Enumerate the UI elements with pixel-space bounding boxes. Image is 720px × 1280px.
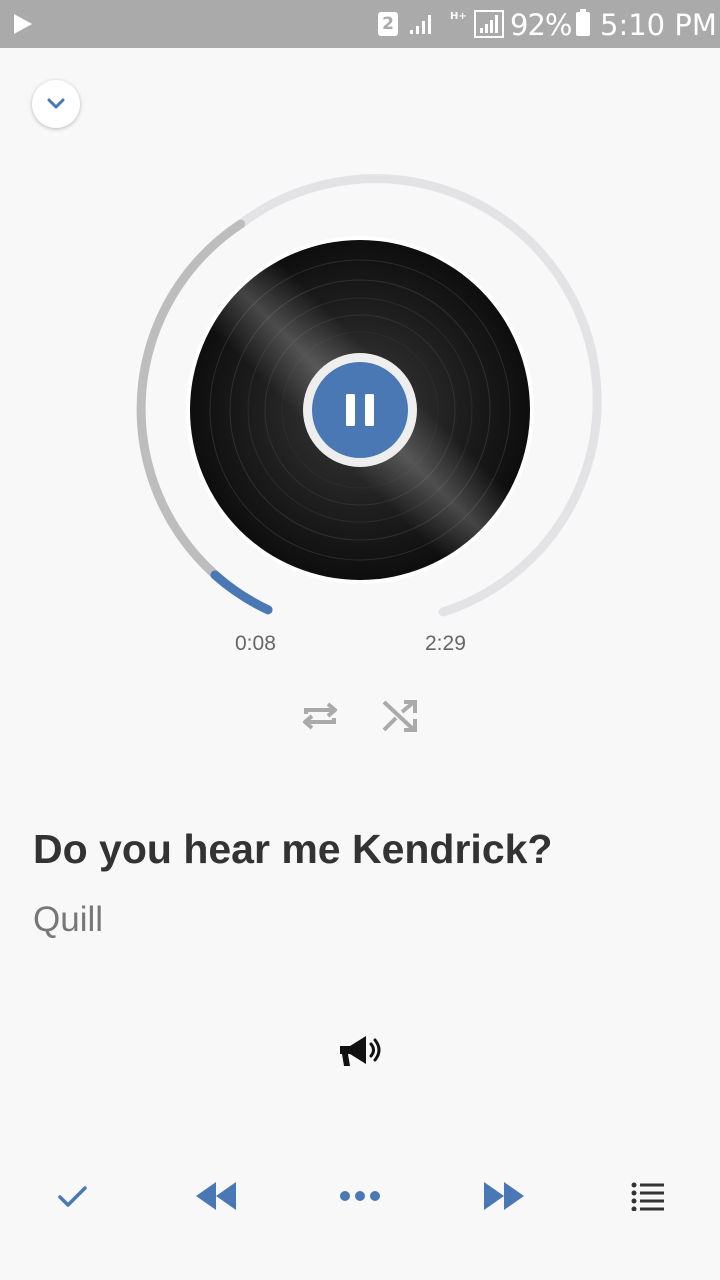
bottom-toolbar <box>0 1160 720 1232</box>
clock: 5:10 PM <box>600 8 717 42</box>
playlist-button[interactable] <box>612 1160 684 1232</box>
more-button[interactable] <box>324 1160 396 1232</box>
more-dots-icon <box>340 1191 380 1201</box>
repeat-button[interactable] <box>298 694 342 738</box>
total-time: 2:29 <box>425 632 466 655</box>
track-artist: Quill <box>33 900 104 939</box>
collapse-button[interactable] <box>32 80 80 128</box>
check-button[interactable] <box>36 1160 108 1232</box>
progress-indicator <box>210 570 273 615</box>
megaphone-icon <box>340 1036 381 1066</box>
signal-icon <box>410 15 431 34</box>
elapsed-time: 0:08 <box>235 632 276 655</box>
signal-box-icon <box>474 10 504 38</box>
chevron-down-icon <box>47 98 65 109</box>
announce-button[interactable] <box>336 1030 384 1074</box>
playlist-icon <box>631 1182 664 1211</box>
rewind-icon <box>196 1182 236 1210</box>
status-bar: 2 H+ 92% 5:10 PM <box>0 0 720 48</box>
sim-indicator: 2 <box>378 12 398 36</box>
shuffle-icon <box>382 700 417 732</box>
battery-icon <box>576 9 590 36</box>
check-icon <box>58 1186 87 1207</box>
media-playing-icon <box>14 14 32 34</box>
battery-percentage: 92% <box>510 8 572 42</box>
track-title: Do you hear me Kendrick? <box>33 826 553 872</box>
pause-button[interactable] <box>303 353 417 467</box>
repeat-icon <box>303 702 337 730</box>
fast-forward-icon <box>484 1182 524 1210</box>
rewind-button[interactable] <box>180 1160 252 1232</box>
shuffle-button[interactable] <box>378 694 422 738</box>
fast-forward-button[interactable] <box>468 1160 540 1232</box>
network-type-label: H+ <box>450 11 467 22</box>
